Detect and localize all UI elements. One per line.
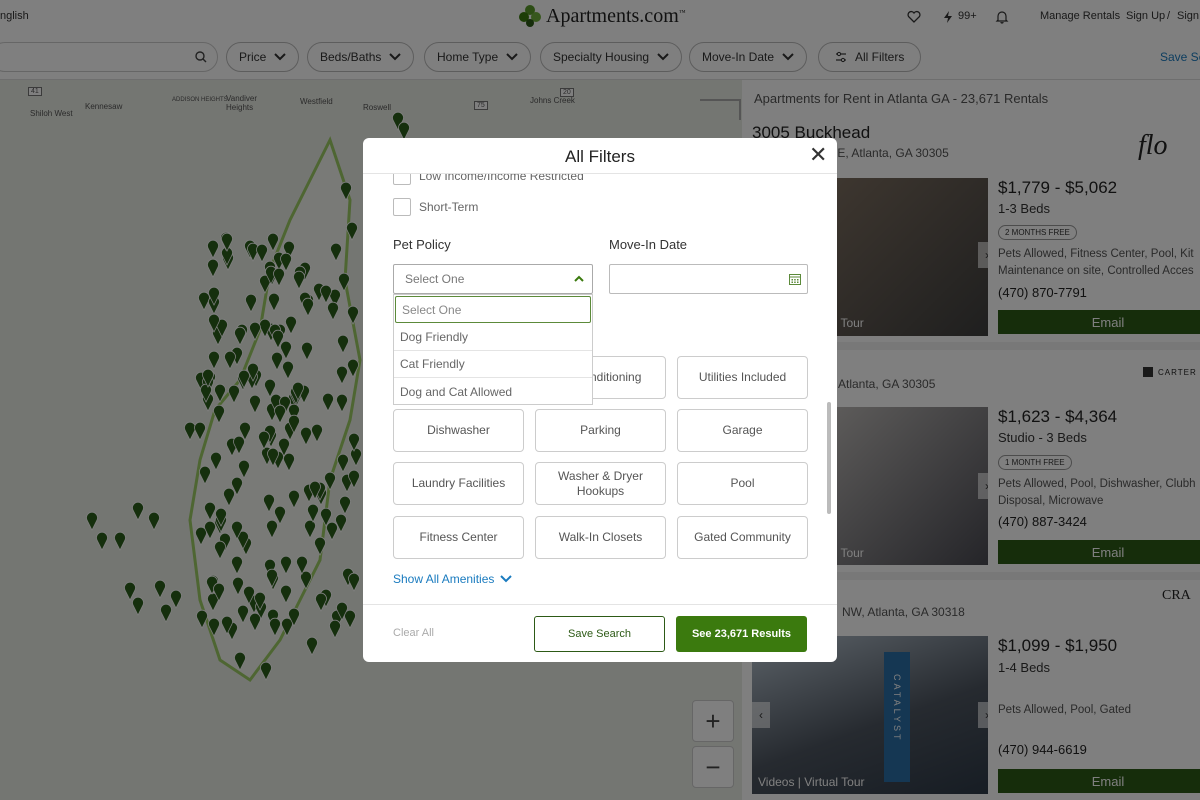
pet-policy-select[interactable]: Select One	[393, 264, 593, 294]
amenity-dishwasher[interactable]: Dishwasher	[393, 409, 524, 452]
pet-option-cat-friendly[interactable]: Cat Friendly	[394, 351, 592, 378]
amenity-utilities-included[interactable]: Utilities Included	[677, 356, 808, 399]
move-in-date-label: Move-In Date	[609, 237, 688, 252]
calendar-icon[interactable]	[789, 273, 801, 285]
checkbox-short-term[interactable]: Short-Term	[393, 198, 478, 216]
amenity-laundry-facilities[interactable]: Laundry Facilities	[393, 462, 524, 505]
pet-option-dog-friendly[interactable]: Dog Friendly	[394, 324, 592, 351]
pet-policy-label: Pet Policy	[393, 237, 451, 252]
checkbox-box[interactable]	[393, 198, 411, 216]
amenity-pool[interactable]: Pool	[677, 462, 808, 505]
modal-footer-divider	[363, 604, 837, 605]
modal-scrollbar[interactable]	[827, 402, 831, 514]
modal-title: All Filters	[565, 147, 635, 166]
amenity-washer-dryer-hookups[interactable]: Washer & Dryer Hookups	[535, 462, 666, 505]
clear-all-button[interactable]: Clear All	[393, 627, 434, 639]
pet-policy-dropdown: Select One Dog Friendly Cat Friendly Dog…	[393, 294, 593, 405]
amenity-garage[interactable]: Garage	[677, 409, 808, 452]
move-in-date-input[interactable]	[609, 264, 808, 294]
save-search-button[interactable]: Save Search	[534, 616, 665, 652]
chevron-up-icon	[574, 275, 584, 282]
show-all-amenities-link[interactable]: Show All Amenities	[393, 572, 513, 586]
amenity-gated-community[interactable]: Gated Community	[677, 516, 808, 559]
see-results-button[interactable]: See 23,671 Results	[676, 616, 807, 652]
chevron-down-icon	[500, 575, 513, 583]
amenity-fitness-center[interactable]: Fitness Center	[393, 516, 524, 559]
all-filters-modal: All Filters ✕ Low Income/Income Restrict…	[363, 138, 837, 662]
pet-option-dog-and-cat[interactable]: Dog and Cat Allowed	[394, 378, 592, 405]
close-icon[interactable]: ✕	[809, 144, 827, 166]
modal-body[interactable]: Low Income/Income Restricted Short-Term …	[363, 174, 837, 604]
pet-option-select-one[interactable]: Select One	[395, 296, 591, 323]
amenity-parking[interactable]: Parking	[535, 409, 666, 452]
checkbox-low-income[interactable]: Low Income/Income Restricted	[393, 174, 584, 185]
amenity-walk-in-closets[interactable]: Walk-In Closets	[535, 516, 666, 559]
checkbox-box[interactable]	[393, 174, 411, 185]
